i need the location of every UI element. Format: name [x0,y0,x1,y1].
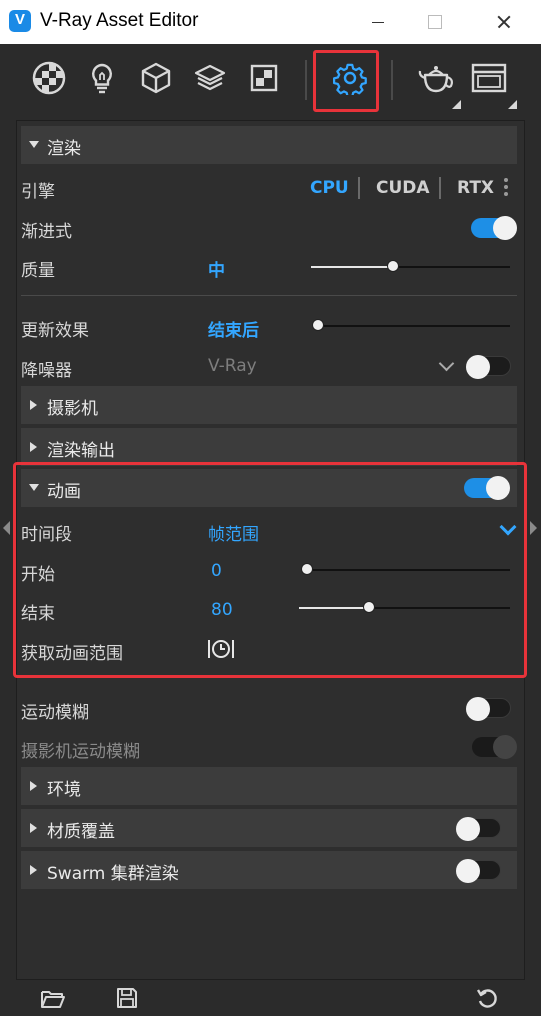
update-effects-slider-knob[interactable] [312,319,324,331]
reset-icon[interactable] [476,987,498,1009]
divider [21,295,517,296]
materials-button[interactable] [27,56,71,100]
lights-button[interactable] [80,56,124,100]
motion-blur-label: 运动模糊 [21,703,89,723]
section-material-override-header[interactable]: 材质覆盖 [21,809,517,847]
engine-cpu-option[interactable]: CPU [310,178,349,198]
textures-button[interactable] [242,56,286,100]
open-folder-icon[interactable] [40,988,66,1010]
quality-label: 质量 [21,261,55,281]
engine-label: 引擎 [21,182,55,202]
frame-buffer-icon [471,63,507,93]
progressive-label: 渐进式 [21,222,72,242]
progressive-toggle[interactable] [471,216,517,240]
expand-arrow-icon [29,141,39,148]
materials-icon [32,61,66,95]
section-title: 材质覆盖 [47,822,115,842]
collapse-arrow-icon [30,823,37,833]
update-effects-label: 更新效果 [21,321,89,341]
toolbar-separator [305,60,307,100]
update-effects-slider-track[interactable] [318,325,510,327]
section-swarm-header[interactable]: Swarm 集群渲染 [21,851,517,889]
camera-motion-blur-toggle [472,735,517,759]
camera-motion-blur-label: 摄影机运动模糊 [21,742,140,762]
denoiser-toggle[interactable] [466,355,511,379]
collapse-arrow-icon [30,781,37,791]
denoiser-label: 降噪器 [21,361,72,381]
vray-logo-icon [9,10,31,32]
save-icon[interactable] [116,987,138,1009]
material-override-toggle[interactable] [456,817,501,841]
scroll-right-icon[interactable] [530,521,537,535]
section-render-output-header[interactable]: 渲染输出 [21,428,517,466]
quality-slider-fill [311,266,393,268]
settings-button[interactable] [328,56,372,100]
scroll-left-icon[interactable] [3,521,10,535]
toolbar-separator [391,60,393,100]
layers-icon [194,64,226,91]
maximize-button[interactable] [410,0,456,44]
gear-icon [333,63,367,95]
window-title: V-Ray Asset Editor [40,10,199,31]
section-camera-header[interactable]: 摄影机 [21,386,517,424]
section-title: 摄影机 [47,399,98,419]
animation-highlight-frame [13,462,527,678]
section-title: 渲染输出 [47,441,115,461]
toolbar [0,44,541,120]
collapse-arrow-icon [30,442,37,452]
section-title: Swarm 集群渲染 [47,864,179,884]
engine-rtx-option[interactable]: RTX [457,178,494,198]
geometry-button[interactable] [134,56,178,100]
minimize-button[interactable] [354,0,400,44]
render-menu-corner-icon [452,100,461,109]
lights-icon [92,63,112,94]
section-environment-header[interactable]: 环境 [21,767,517,805]
more-options-icon[interactable] [504,178,508,199]
layers-button[interactable] [188,56,232,100]
teapot-icon [418,66,453,93]
engine-cuda-option[interactable]: CUDA [376,178,430,198]
motion-blur-toggle[interactable] [466,697,511,721]
collapse-arrow-icon [30,865,37,875]
render-button[interactable] [412,56,456,100]
close-button[interactable] [466,0,541,44]
quality-value: 中 [208,261,225,281]
title-bar: V-Ray Asset Editor [0,0,541,44]
quality-slider-knob[interactable] [387,260,399,272]
section-title: 环境 [47,780,81,800]
frame-buffer-menu-corner-icon [508,100,517,109]
engine-separator [439,177,441,199]
textures-icon [250,64,278,92]
engine-separator [358,177,360,199]
denoiser-value[interactable]: V-Ray [208,356,257,376]
geometry-icon [141,62,171,94]
swarm-toggle[interactable] [456,859,501,883]
frame-buffer-button[interactable] [466,56,510,100]
section-title: 渲染 [47,139,81,159]
collapse-arrow-icon [30,400,37,410]
section-render-header[interactable]: 渲染 [21,126,517,164]
bottom-bar [0,980,541,1016]
update-effects-value: 结束后 [208,321,259,341]
